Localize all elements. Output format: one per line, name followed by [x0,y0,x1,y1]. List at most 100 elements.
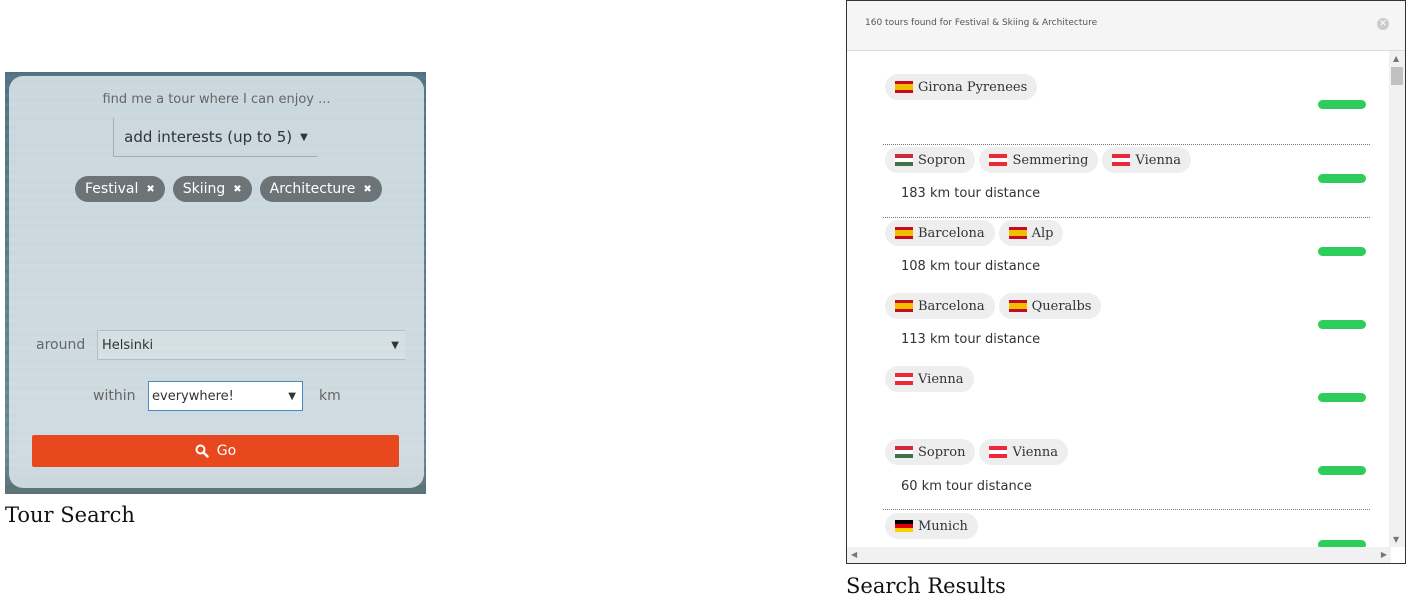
rating-bar [1318,100,1366,109]
scroll-up-arrow-icon[interactable]: ▲ [1393,54,1399,63]
remove-tag-icon[interactable]: ✖ [233,184,241,195]
distance-select[interactable]: everywhere! ▼ [148,381,303,411]
interest-select[interactable]: add interests (up to 5) ▼ [113,118,318,157]
city-select-value: Helsinki [102,337,154,353]
results-count: 160 tours found for Festival & Skiing & … [865,18,1098,28]
dropdown-caret-icon: ▼ [288,390,296,402]
around-label: around [36,337,86,353]
interest-tag: Festival ✖ [75,176,165,202]
stop-chip: Queralbs [998,293,1102,319]
rating-bar [1318,393,1366,402]
scroll-left-arrow-icon[interactable]: ◀ [851,550,857,559]
stop-name: Semmering [1012,152,1089,168]
close-icon[interactable]: ✕ [1377,18,1389,30]
result-row[interactable]: Barcelona Queralbs 113 km tour distance [883,290,1370,363]
scroll-down-arrow-icon[interactable]: ▼ [1393,535,1399,544]
germany-flag-icon [895,520,913,532]
stop-name: Queralbs [1031,298,1092,314]
stop-chip: Alp [998,220,1064,246]
horizontal-scrollbar[interactable]: ◀ ▶ [847,547,1391,563]
interest-select-label: add interests (up to 5) [124,128,293,146]
spain-flag-icon [895,81,913,93]
stop-chips: Barcelona Queralbs [885,293,1102,319]
stop-name: Vienna [1135,152,1181,168]
result-row[interactable]: Munich [883,510,1370,547]
stop-chips: Sopron Vienna [885,439,1068,465]
search-prompt: find me a tour where I can enjoy ... [102,92,331,107]
spain-flag-icon [1008,227,1027,239]
stop-name: Barcelona [918,298,985,314]
search-icon [195,444,209,458]
city-select[interactable]: Helsinki ▼ [97,330,405,360]
results-list: Girona Pyrenees Sopron Semmering Vienna … [847,51,1389,547]
interest-tag-label: Skiing [182,181,226,197]
stop-name: Alp [1031,225,1054,241]
stop-chip: Vienna [1102,147,1191,173]
stop-chip: Sopron [885,439,976,465]
dropdown-caret-icon: ▼ [300,131,308,143]
result-row[interactable]: Girona Pyrenees [883,51,1370,145]
stop-name: Girona Pyrenees [918,79,1028,95]
austria-flag-icon [989,446,1008,458]
stop-chip: Barcelona [885,293,995,319]
interest-tag: Architecture ✖ [259,176,382,202]
stop-chips: Barcelona Alp [885,220,1064,246]
rating-bar [1318,540,1366,547]
scrollbar-thumb[interactable] [1391,67,1403,85]
spain-flag-icon [895,227,913,239]
go-button-label: Go [216,443,237,459]
tour-distance: 113 km tour distance [901,332,1041,347]
stop-chips: Vienna [885,366,974,392]
spain-flag-icon [895,300,913,312]
stop-name: Munich [918,518,968,534]
search-form: find me a tour where I can enjoy ... add… [9,76,424,488]
stop-chips: Munich [885,513,978,539]
rating-bar [1318,320,1366,329]
hungary-flag-icon [895,154,913,166]
stop-chip: Vienna [979,439,1068,465]
stop-name: Vienna [1012,444,1058,460]
stop-name: Barcelona [918,225,985,241]
tour-search-panel: find me a tour where I can enjoy ... add… [5,72,426,494]
tour-distance: 108 km tour distance [901,259,1041,274]
stop-name: Sopron [918,444,966,460]
interest-tag-label: Festival [85,181,139,197]
stop-chip: Vienna [885,366,974,392]
tour-search-caption: Tour Search [5,503,135,527]
hungary-flag-icon [895,446,913,458]
selected-interests: Festival ✖ Skiing ✖ Architecture ✖ [75,176,382,202]
dropdown-caret-icon: ▼ [391,339,399,351]
search-results-caption: Search Results [846,574,1006,598]
result-row[interactable]: Sopron Semmering Vienna 183 km tour dist… [883,144,1370,218]
within-label: within [93,388,136,404]
interest-tag-label: Architecture [269,181,356,197]
austria-flag-icon [989,154,1008,166]
tour-distance: 60 km tour distance [901,479,1032,494]
rating-bar [1318,247,1366,256]
result-row[interactable]: Barcelona Alp 108 km tour distance [883,217,1370,290]
stop-chip: Girona Pyrenees [885,74,1038,100]
scroll-right-arrow-icon[interactable]: ▶ [1381,550,1387,559]
vertical-scrollbar[interactable]: ▲ ▼ [1389,51,1405,547]
go-button[interactable]: Go [32,435,399,467]
interest-tag: Skiing ✖ [172,176,252,202]
stop-name: Vienna [918,371,964,387]
result-row[interactable]: Vienna [883,363,1370,436]
stop-chip: Semmering [979,147,1099,173]
search-results-window: 160 tours found for Festival & Skiing & … [846,0,1406,564]
remove-tag-icon[interactable]: ✖ [363,184,371,195]
remove-tag-icon[interactable]: ✖ [146,184,154,195]
spain-flag-icon [1008,300,1027,312]
stop-chip: Sopron [885,147,976,173]
rating-bar [1318,174,1366,183]
stop-chip: Barcelona [885,220,995,246]
austria-flag-icon [1112,154,1131,166]
stop-name: Sopron [918,152,966,168]
result-row[interactable]: Sopron Vienna 60 km tour distance [883,436,1370,510]
distance-select-value: everywhere! [152,388,234,404]
tour-distance: 183 km tour distance [901,186,1041,201]
km-label: km [319,388,341,404]
results-header: 160 tours found for Festival & Skiing & … [847,1,1405,51]
rating-bar [1318,466,1366,475]
stop-chips: Sopron Semmering Vienna [885,147,1191,173]
